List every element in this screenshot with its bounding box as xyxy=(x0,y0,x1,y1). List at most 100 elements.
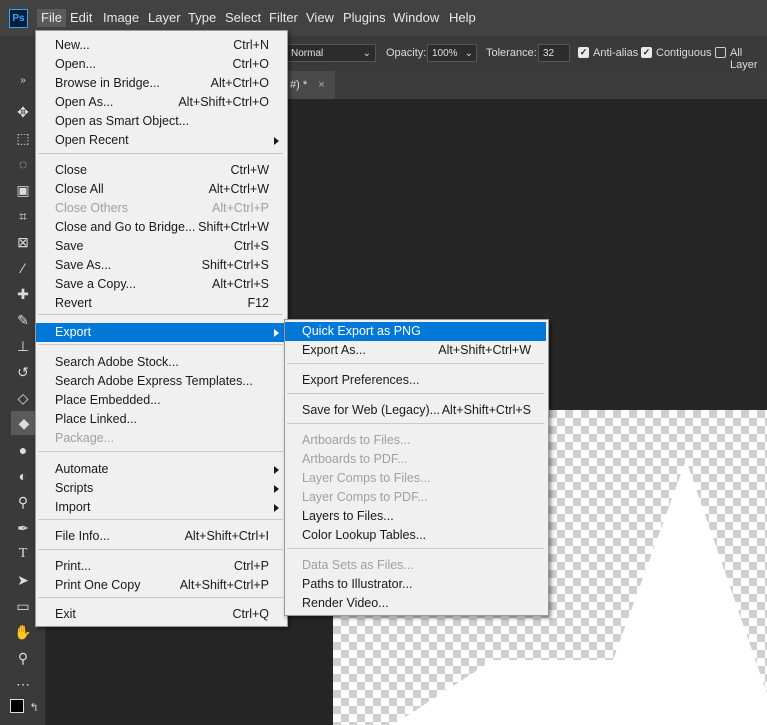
menu-separator xyxy=(38,451,283,452)
menu-window[interactable]: Window xyxy=(393,9,439,27)
blend-mode-value: Normal xyxy=(291,48,324,59)
dodge-tool-icon[interactable]: ◐ xyxy=(14,467,32,485)
file-menu-item[interactable]: Print... Ctrl+P xyxy=(36,557,285,576)
export-menu-item[interactable]: Artboards to PDF... xyxy=(285,450,546,469)
file-menu-item-label: Place Embedded... xyxy=(55,393,161,407)
file-menu-item-label: Search Adobe Express Templates... xyxy=(55,374,253,388)
history-brush-tool-icon[interactable]: ↺ xyxy=(14,363,32,381)
menu-layer[interactable]: Layer xyxy=(148,9,181,27)
menu-help[interactable]: Help xyxy=(449,9,476,27)
file-menu-item-label: Save a Copy... xyxy=(55,277,137,291)
tolerance-field[interactable]: 32 xyxy=(538,44,570,62)
file-menu-item[interactable]: Revert F12 xyxy=(36,294,285,313)
blend-mode-select[interactable]: Normal ⌄ xyxy=(286,44,376,62)
file-menu-item[interactable]: Package... xyxy=(36,429,285,448)
export-menu-item[interactable]: Save for Web (Legacy)... Alt+Shift+Ctrl+S xyxy=(285,401,546,420)
zoom-tool-icon[interactable]: ⚲ xyxy=(14,649,32,667)
file-menu-item[interactable]: Automate xyxy=(36,460,285,479)
paint-bucket-tool-icon[interactable]: ◆ xyxy=(11,411,37,435)
export-menu-item[interactable]: Layer Comps to Files... xyxy=(285,469,546,488)
pen-tool-icon[interactable]: ✒ xyxy=(14,519,32,537)
export-menu-item[interactable]: Layer Comps to PDF... xyxy=(285,488,546,507)
opacity-field[interactable]: 100% ⌄ xyxy=(427,44,477,62)
export-menu-item[interactable]: Data Sets as Files... xyxy=(285,556,546,575)
file-menu-item[interactable]: Save As... Shift+Ctrl+S xyxy=(36,256,285,275)
frame-tool-icon[interactable]: ⊠ xyxy=(14,233,32,251)
crop-tool-icon[interactable]: ⌗ xyxy=(14,207,32,225)
menu-plugins[interactable]: Plugins xyxy=(343,9,386,27)
file-menu-item[interactable]: Place Linked... xyxy=(36,410,285,429)
document-tab[interactable]: #) * × xyxy=(280,71,335,99)
stamp-tool-icon[interactable]: ⊥ xyxy=(14,337,32,355)
file-menu-item-label: Print One Copy xyxy=(55,578,141,592)
menu-image[interactable]: Image xyxy=(103,9,139,27)
zoom-lens-tool-icon[interactable]: ⚲ xyxy=(14,493,32,511)
export-menu-item[interactable]: Export As... Alt+Shift+Ctrl+W xyxy=(285,341,546,360)
antialias-checkbox[interactable]: ✓ xyxy=(578,47,589,58)
lasso-tool-icon[interactable]: ◌ xyxy=(14,155,32,173)
export-menu-item[interactable]: Artboards to Files... xyxy=(285,431,546,450)
healing-tool-icon[interactable]: ✚ xyxy=(14,285,32,303)
marquee-tool-icon[interactable]: ⬚ xyxy=(14,129,32,147)
file-menu-item[interactable]: Open as Smart Object... xyxy=(36,112,285,131)
expand-panel-icon[interactable]: » xyxy=(14,72,32,90)
file-menu-item[interactable]: Scripts xyxy=(36,479,285,498)
type-tool-icon[interactable]: T xyxy=(14,545,32,563)
file-menu-item-label: Close xyxy=(55,163,87,177)
file-menu-item[interactable]: Browse in Bridge... Alt+Ctrl+O xyxy=(36,74,285,93)
file-menu-item[interactable]: Exit Ctrl+Q xyxy=(36,605,285,624)
move-tool-icon[interactable]: ✥ xyxy=(14,103,32,121)
file-menu-item[interactable]: Close Others Alt+Ctrl+P xyxy=(36,199,285,218)
foreground-color-swatch[interactable] xyxy=(10,699,24,713)
export-menu-item-label: Save for Web (Legacy)... xyxy=(302,403,441,417)
export-menu-item[interactable]: Export Preferences... xyxy=(285,371,546,390)
file-menu-item[interactable]: Save Ctrl+S xyxy=(36,237,285,256)
close-icon[interactable]: × xyxy=(318,79,324,91)
export-menu-item-label: Layer Comps to PDF... xyxy=(302,490,428,504)
export-menu-item[interactable]: Quick Export as PNG xyxy=(285,322,546,341)
file-menu-item[interactable]: File Info... Alt+Shift+Ctrl+I xyxy=(36,527,285,546)
file-menu-item[interactable]: Open As... Alt+Shift+Ctrl+O xyxy=(36,93,285,112)
file-menu-item[interactable]: Print One Copy Alt+Shift+Ctrl+P xyxy=(36,576,285,595)
brush-tool-icon[interactable]: ✎ xyxy=(14,311,32,329)
export-menu-item[interactable]: Render Video... xyxy=(285,594,546,613)
file-menu-item[interactable]: Place Embedded... xyxy=(36,391,285,410)
file-menu-item[interactable]: Close and Go to Bridge... Shift+Ctrl+W xyxy=(36,218,285,237)
export-menu-item[interactable]: Layers to Files... xyxy=(285,507,546,526)
file-menu-item[interactable]: Search Adobe Express Templates... xyxy=(36,372,285,391)
file-menu-item[interactable]: Save a Copy... Alt+Ctrl+S xyxy=(36,275,285,294)
menu-type[interactable]: Type xyxy=(188,9,216,27)
blur-tool-icon[interactable]: ● xyxy=(14,441,32,459)
export-menu-item[interactable]: Paths to Illustrator... xyxy=(285,575,546,594)
more-tools-icon[interactable]: ⋯ xyxy=(14,675,32,693)
menu-filter[interactable]: Filter xyxy=(269,9,298,27)
menu-edit[interactable]: Edit xyxy=(70,9,92,27)
menu-separator xyxy=(287,548,544,549)
rectangle-tool-icon[interactable]: ▭ xyxy=(14,597,32,615)
eraser-tool-icon[interactable]: ◇ xyxy=(14,389,32,407)
file-menu-item[interactable]: Close Ctrl+W xyxy=(36,161,285,180)
export-menu-item-label: Artboards to PDF... xyxy=(302,452,408,466)
eyedropper-tool-icon[interactable]: ⁄ xyxy=(14,259,32,277)
file-menu-item[interactable]: Open... Ctrl+O xyxy=(36,55,285,74)
menu-select[interactable]: Select xyxy=(225,9,261,27)
path-select-tool-icon[interactable]: ➤ xyxy=(14,571,32,589)
export-menu-item[interactable]: Color Lookup Tables... xyxy=(285,526,546,545)
file-menu-item-label: New... xyxy=(55,38,90,52)
file-menu-item[interactable]: Open Recent xyxy=(36,131,285,150)
hand-tool-icon[interactable]: ✋ xyxy=(14,623,32,641)
menu-view[interactable]: View xyxy=(306,9,334,27)
file-menu-item[interactable]: New... Ctrl+N xyxy=(36,36,285,55)
file-menu-item[interactable]: Import xyxy=(36,498,285,517)
export-menu-item-label: Color Lookup Tables... xyxy=(302,528,427,542)
file-menu-item[interactable]: Search Adobe Stock... xyxy=(36,353,285,372)
object-select-tool-icon[interactable]: ▣ xyxy=(14,181,32,199)
file-menu-item[interactable]: Export xyxy=(36,323,285,342)
menu-file[interactable]: File xyxy=(37,9,66,27)
file-menu-item[interactable]: Close All Alt+Ctrl+W xyxy=(36,180,285,199)
contiguous-checkbox[interactable]: ✓ xyxy=(641,47,652,58)
file-menu-item-label: Place Linked... xyxy=(55,412,137,426)
swap-colors-icon[interactable]: ↰ xyxy=(28,699,40,717)
file-menu-item-label: Print... xyxy=(55,559,92,573)
all-layers-checkbox[interactable] xyxy=(715,47,726,58)
